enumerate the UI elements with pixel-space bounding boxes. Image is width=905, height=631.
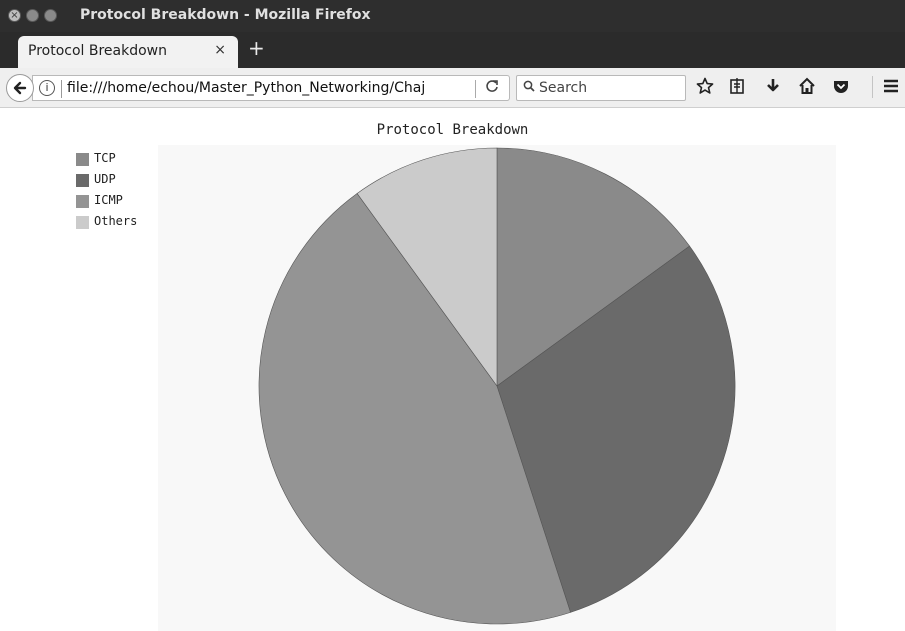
new-tab-button[interactable]: + bbox=[248, 38, 265, 58]
home-icon[interactable] bbox=[796, 77, 818, 100]
tab-strip: Protocol Breakdown × + bbox=[0, 32, 905, 68]
navigation-toolbar: i file:///home/echou/Master_Python_Netwo… bbox=[0, 68, 905, 108]
legend-label: Others bbox=[94, 214, 138, 228]
tab-label: Protocol Breakdown bbox=[28, 43, 167, 59]
back-arrow-icon bbox=[13, 81, 27, 95]
url-divider bbox=[475, 80, 476, 98]
reload-icon-graphic bbox=[486, 80, 498, 92]
pie-chart bbox=[258, 147, 736, 625]
search-bar[interactable] bbox=[516, 75, 686, 101]
legend-label: UDP bbox=[94, 172, 116, 186]
menu-icon[interactable] bbox=[880, 77, 902, 100]
url-text[interactable]: file:///home/echou/Master_Python_Network… bbox=[67, 80, 467, 96]
toolbar-divider bbox=[872, 76, 873, 98]
chart-title: Protocol Breakdown bbox=[376, 122, 529, 138]
legend-swatch bbox=[76, 153, 89, 166]
reload-icon[interactable] bbox=[485, 79, 499, 97]
url-bar[interactable]: i file:///home/echou/Master_Python_Netwo… bbox=[32, 75, 510, 101]
close-icon: × bbox=[10, 10, 19, 21]
legend-swatch bbox=[76, 195, 89, 208]
url-divider bbox=[61, 80, 62, 98]
pocket-icon[interactable] bbox=[830, 77, 852, 100]
legend-label: TCP bbox=[94, 151, 116, 165]
window-title: Protocol Breakdown - Mozilla Firefox bbox=[80, 7, 371, 23]
plot-area bbox=[158, 145, 836, 631]
back-button[interactable] bbox=[6, 74, 34, 102]
window-titlebar: × Protocol Breakdown - Mozilla Firefox bbox=[0, 0, 905, 32]
page-info-icon[interactable]: i bbox=[39, 80, 55, 96]
search-icon bbox=[523, 80, 535, 96]
window-maximize-button[interactable] bbox=[44, 9, 57, 22]
tab-close-icon[interactable]: × bbox=[214, 42, 226, 58]
legend-label: ICMP bbox=[94, 193, 123, 207]
reading-list-icon[interactable] bbox=[726, 77, 748, 100]
downloads-icon[interactable] bbox=[762, 77, 784, 100]
window-close-button[interactable]: × bbox=[8, 9, 21, 22]
window-minimize-button[interactable] bbox=[26, 9, 39, 22]
tab-protocol-breakdown[interactable]: Protocol Breakdown × bbox=[18, 36, 238, 68]
search-input[interactable] bbox=[539, 79, 679, 97]
bookmark-star-icon[interactable] bbox=[694, 77, 716, 100]
legend-swatch bbox=[76, 216, 89, 229]
legend-swatch bbox=[76, 174, 89, 187]
page-content: Protocol Breakdown TCP UDP ICMP Others bbox=[0, 109, 905, 631]
